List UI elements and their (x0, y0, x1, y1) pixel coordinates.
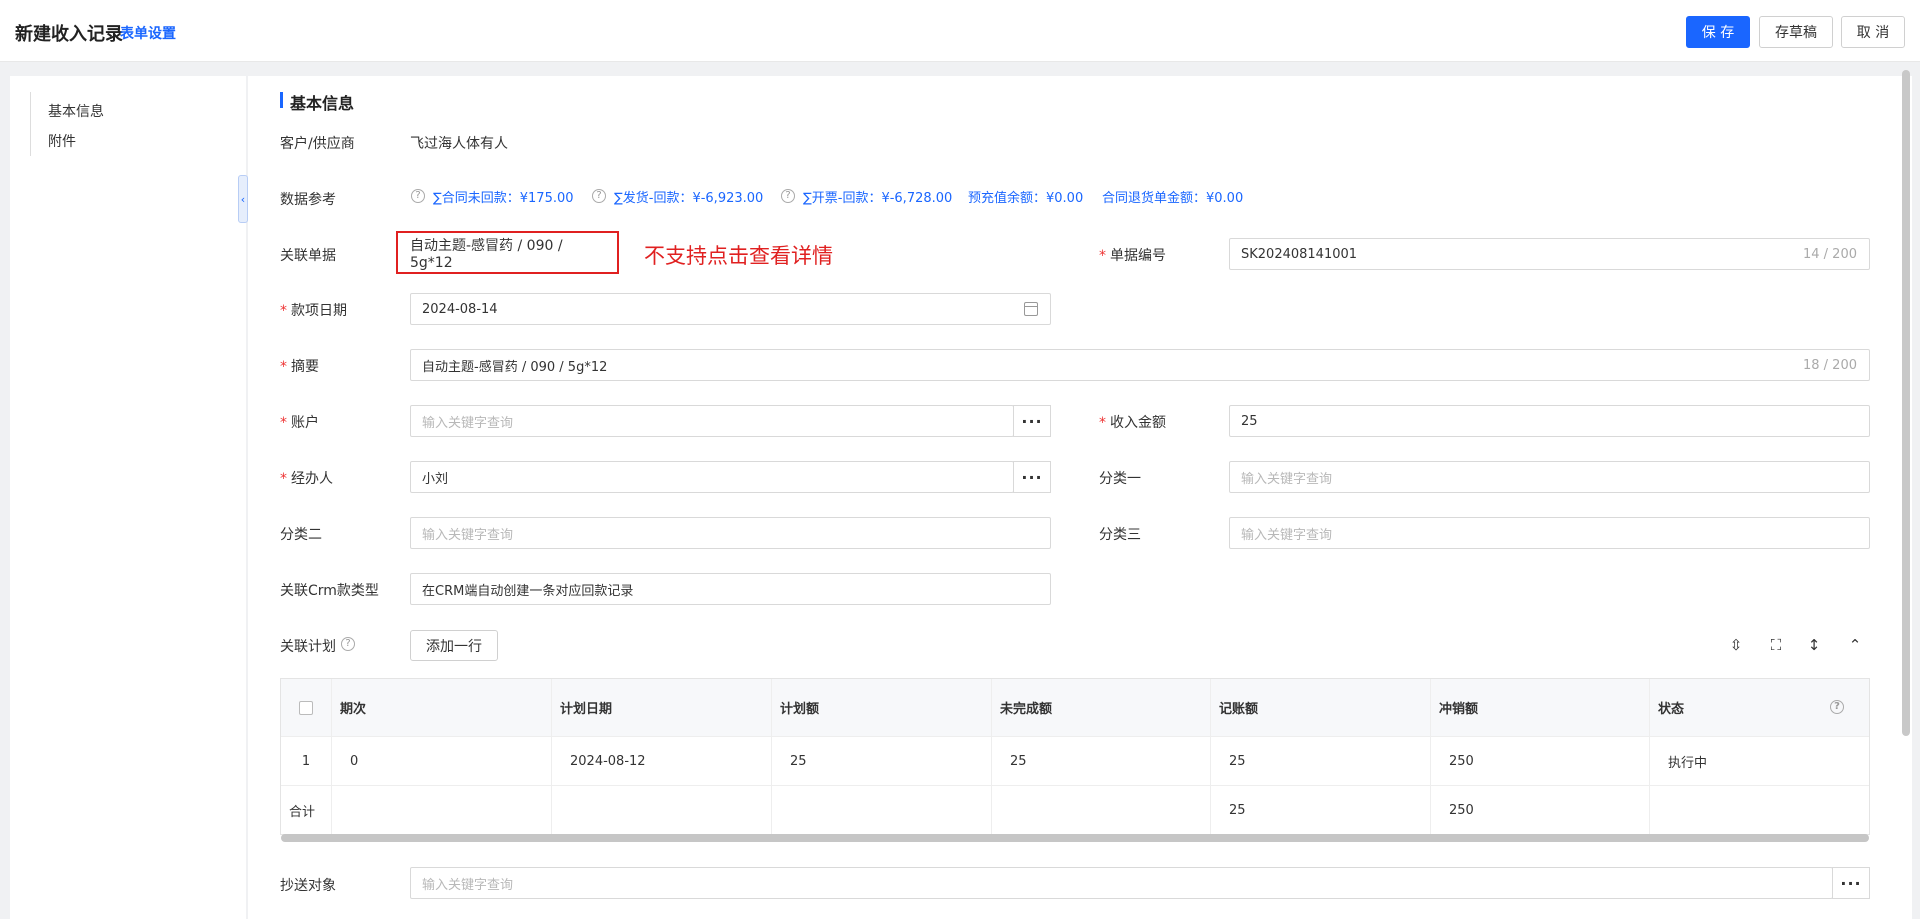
column-header: 计划额 (772, 679, 992, 736)
ref-contract-unpaid[interactable]: ∑合同未回款：¥175.00 (433, 187, 574, 206)
category-one-input[interactable]: 输入关键字查询 (1229, 461, 1870, 493)
category-three-input[interactable]: 输入关键字查询 (1229, 517, 1870, 549)
nav-item-basic-info[interactable]: 基本信息 (48, 101, 104, 121)
table-cell (992, 786, 1211, 834)
annotation-note: 不支持点击查看详情 (644, 244, 833, 268)
table-total-row: 合计 25 250 (281, 785, 1869, 834)
total-offset: 250 (1431, 786, 1650, 834)
ref-invoiced-minus-paid[interactable]: ∑开票-回款：¥-6,728.00 (803, 187, 952, 206)
section-title: 基本信息 (290, 94, 355, 113)
column-header: 记账额 (1211, 679, 1431, 736)
table-cell[interactable]: 2024-08-12 (552, 737, 772, 785)
fullscreen-icon[interactable]: ⛶ (1766, 635, 1786, 655)
table-horizontal-scrollbar[interactable] (281, 834, 1869, 842)
category-one-label: 分类一 (1099, 471, 1141, 487)
help-icon[interactable]: ? (341, 637, 355, 651)
cancel-button[interactable]: 取 消 (1841, 16, 1905, 48)
add-row-button[interactable]: 添加一行 (410, 630, 498, 661)
category-two-label: 分类二 (280, 527, 322, 543)
date-label: * 款项日期 (280, 303, 347, 319)
save-button[interactable]: 保 存 (1686, 16, 1750, 48)
related-doc-value: 自动主题-感冒药 / 090 / 5g*12 (396, 231, 619, 274)
nav-rail (30, 92, 31, 156)
column-header-status: 状态 ? (1650, 679, 1869, 736)
nav-item-attachments[interactable]: 附件 (48, 131, 76, 151)
data-reference-label: 数据参考 (280, 192, 336, 208)
cc-input[interactable]: 输入关键字查询 (410, 867, 1833, 899)
column-header: 期次 (332, 679, 552, 736)
expand-vertical-icon[interactable]: ↕ (1804, 635, 1824, 655)
doc-number-label: * 单据编号 (1099, 248, 1166, 264)
table-cell[interactable]: 25 (992, 737, 1211, 785)
cc-picker-button[interactable]: ··· (1832, 867, 1870, 899)
select-all-cell (281, 679, 332, 736)
collapse-nav-button[interactable]: ‹ (238, 175, 248, 223)
category-three-label: 分类三 (1099, 527, 1141, 543)
ref-shipped-minus-paid[interactable]: ∑发货-回款：¥-6,923.00 (614, 187, 763, 206)
crm-type-label: 关联Crm款类型 (280, 583, 379, 599)
chevron-up-icon[interactable]: ⌃ (1845, 635, 1865, 655)
table-cell (552, 786, 772, 834)
row-height-icon[interactable]: ⇳ (1726, 635, 1746, 655)
section-nav: 基本信息 附件 (10, 76, 246, 919)
handler-label: * 经办人 (280, 471, 333, 487)
amount-label: * 收入金额 (1099, 415, 1166, 431)
table-header-row: 期次 计划日期 计划额 未完成额 记账额 冲销额 状态 ? (281, 679, 1869, 736)
chevron-left-icon: ‹ (240, 192, 246, 206)
char-count: 18 / 200 (1803, 358, 1857, 373)
form-settings-link[interactable]: 表单设置 (120, 23, 176, 43)
table-cell (1650, 786, 1869, 834)
table-cell (772, 786, 992, 834)
category-two-input[interactable]: 输入关键字查询 (410, 517, 1051, 549)
related-doc-label: 关联单据 (280, 248, 336, 264)
account-input[interactable]: 输入关键字查询 (410, 405, 1014, 437)
help-icon[interactable]: ? (411, 189, 425, 203)
account-picker-button[interactable]: ··· (1013, 405, 1051, 437)
total-booked: 25 (1211, 786, 1431, 834)
account-label: * 账户 (280, 415, 319, 431)
ref-prepaid-balance[interactable]: 预充值余额：¥0.00 (968, 187, 1083, 206)
date-picker[interactable]: 2024-08-14 (410, 293, 1051, 325)
doc-number-input[interactable]: SK202408141001 14 / 200 (1229, 238, 1870, 270)
table-cell (332, 786, 552, 834)
plan-table: 期次 计划日期 计划额 未完成额 记账额 冲销额 状态 ? 1 0 2024-0… (280, 678, 1870, 835)
select-all-checkbox[interactable] (299, 700, 313, 715)
help-icon[interactable]: ? (781, 189, 795, 203)
cc-label: 抄送对象 (280, 878, 336, 894)
ref-return-amount[interactable]: 合同退货单金额：¥0.00 (1102, 187, 1243, 206)
vertical-scrollbar[interactable] (1902, 70, 1910, 736)
top-bar: 新建收入记录 表单设置 保 存 存草稿 取 消 (0, 0, 1920, 62)
page-title: 新建收入记录 (15, 24, 123, 45)
table-cell[interactable]: 25 (1211, 737, 1431, 785)
row-index: 1 (281, 737, 332, 785)
column-header: 未完成额 (992, 679, 1211, 736)
save-draft-button[interactable]: 存草稿 (1759, 16, 1833, 48)
handler-input[interactable]: 小刘 (410, 461, 1014, 493)
column-header: 冲销额 (1431, 679, 1650, 736)
table-cell[interactable]: 25 (772, 737, 992, 785)
table-cell[interactable]: 250 (1431, 737, 1650, 785)
table-cell[interactable]: 0 (332, 737, 552, 785)
help-icon[interactable]: ? (592, 189, 606, 203)
table-row: 1 0 2024-08-12 25 25 25 250 执行中 (281, 736, 1869, 785)
customer-value: 飞过海人体有人 (410, 136, 508, 152)
summary-input[interactable]: 自动主题-感冒药 / 090 / 5g*12 18 / 200 (410, 349, 1870, 381)
amount-input[interactable]: 25 (1229, 405, 1870, 437)
column-header: 计划日期 (552, 679, 772, 736)
crm-type-select[interactable]: 在CRM端自动创建一条对应回款记录 (410, 573, 1051, 605)
char-count: 14 / 200 (1803, 247, 1857, 262)
related-plan-label: 关联计划 (280, 639, 336, 655)
calendar-icon (1024, 302, 1038, 316)
summary-label: * 摘要 (280, 359, 319, 375)
handler-picker-button[interactable]: ··· (1013, 461, 1051, 493)
customer-label: 客户/供应商 (280, 136, 355, 152)
status-cell: 执行中 (1668, 755, 1708, 771)
total-label: 合计 (281, 786, 332, 834)
help-icon[interactable]: ? (1830, 700, 1844, 714)
